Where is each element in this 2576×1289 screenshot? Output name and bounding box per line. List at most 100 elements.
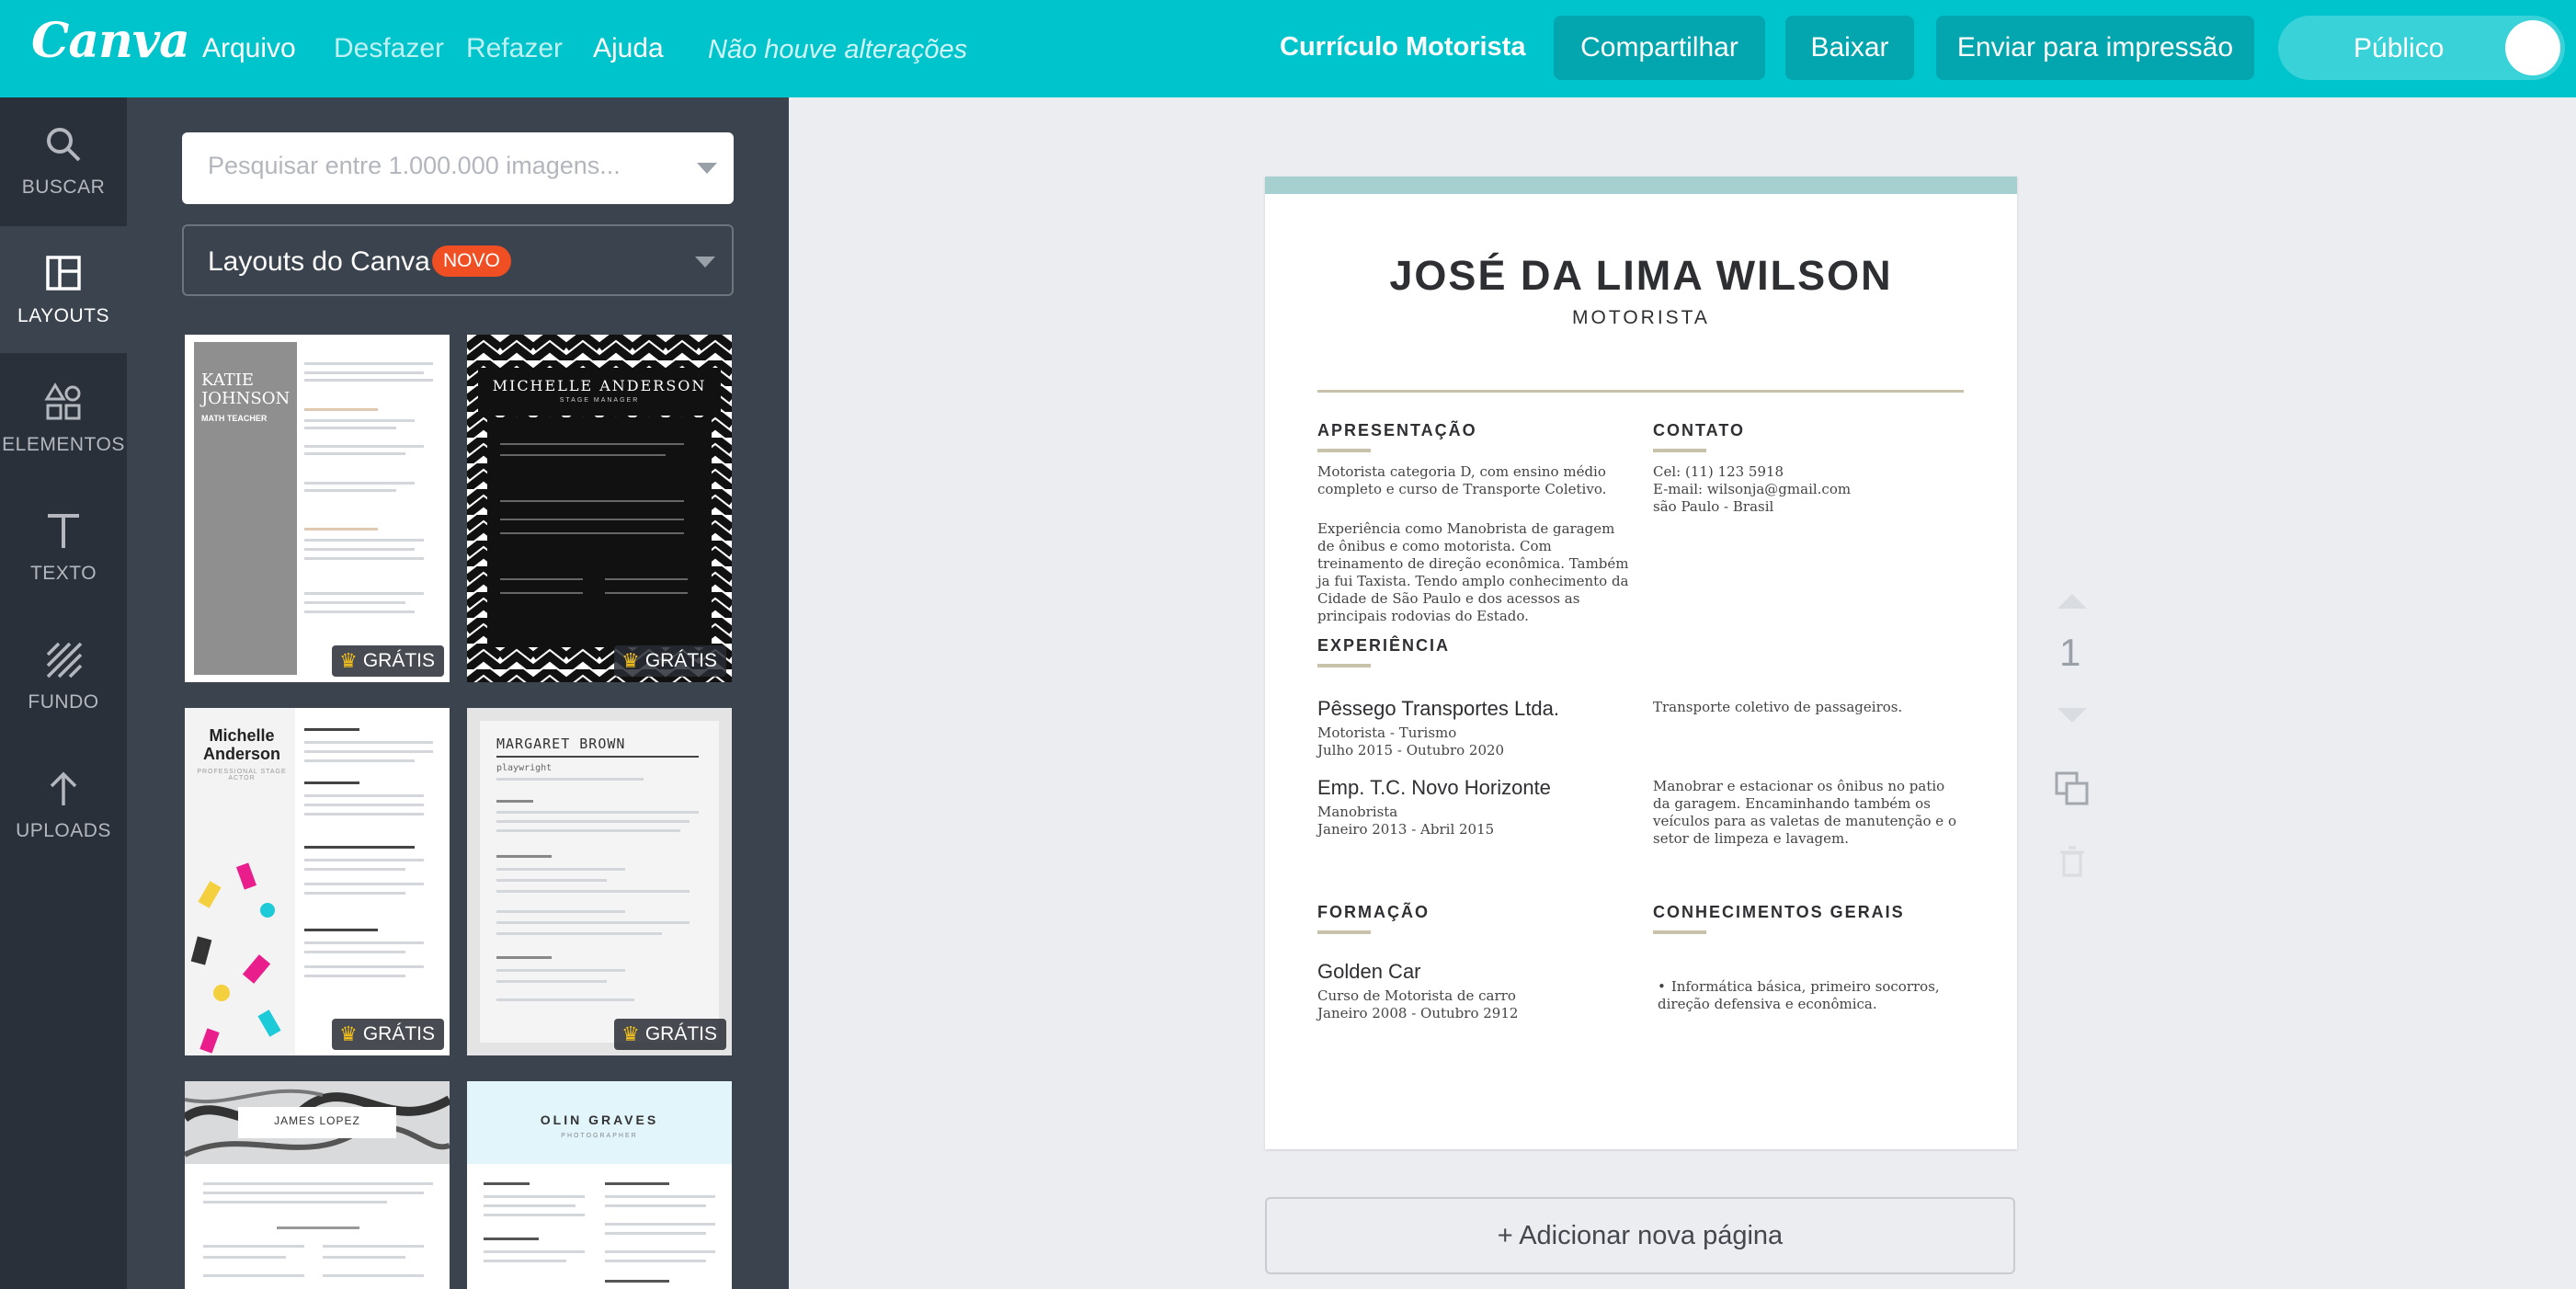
left-rail: BUSCAR LAYOUTS ELEMENTOS TEXTO FUNDO UPL… bbox=[0, 97, 127, 1289]
template-name: KATIE JOHNSON bbox=[201, 371, 291, 408]
page-top-band bbox=[1265, 177, 2017, 194]
canva-logo[interactable]: Canva bbox=[31, 13, 190, 69]
summary-text-2[interactable]: Experiência como Manobrista de garagem d… bbox=[1317, 520, 1630, 625]
contact-phone[interactable]: Cel: (11) 123 5918 bbox=[1653, 463, 1784, 481]
skills-item[interactable]: Informática básica, primeiro socorros, d… bbox=[1658, 978, 1961, 1013]
rail-label: FUNDO bbox=[28, 691, 99, 713]
template-name: Michelle Anderson bbox=[202, 726, 280, 763]
layout-source-select[interactable]: Layouts do Canva NOVO bbox=[182, 224, 734, 296]
visibility-label: Público bbox=[2354, 33, 2445, 63]
menu-ajuda[interactable]: Ajuda bbox=[593, 33, 664, 64]
section-heading-experience[interactable]: EXPERIÊNCIA bbox=[1317, 636, 1450, 656]
resume-role[interactable]: MOTORISTA bbox=[1265, 307, 2017, 329]
template-name: MICHELLE ANDERSON bbox=[492, 377, 707, 394]
visibility-toggle[interactable]: Público bbox=[2278, 16, 2565, 80]
template-name: JAMES LOPEZ bbox=[274, 1114, 360, 1127]
new-badge: NOVO bbox=[432, 245, 511, 277]
template-subtitle: STAGE MANAGER bbox=[559, 397, 640, 404]
job-role[interactable]: Motorista - Turismo bbox=[1317, 724, 1456, 742]
section-heading-skills[interactable]: CONHECIMENTOS GERAIS bbox=[1653, 903, 1905, 922]
rail-item-uploads[interactable]: UPLOADS bbox=[0, 741, 127, 868]
free-badge: ♛ GRÁTIS bbox=[332, 645, 444, 677]
rail-label: TEXTO bbox=[29, 563, 97, 584]
template-subtitle: PHOTOGRAPHER bbox=[561, 1133, 638, 1139]
contact-email[interactable]: E-mail: wilsonja@gmail.com bbox=[1653, 481, 1851, 498]
crown-icon: ♛ bbox=[339, 649, 358, 672]
download-button[interactable]: Baixar bbox=[1785, 16, 1914, 80]
menu-refazer[interactable]: Refazer bbox=[466, 33, 563, 64]
template-thumb-margaret-brown[interactable]: MARGARET BROWN playwright ♛ GRÁTIS bbox=[467, 708, 732, 1055]
section-heading-education[interactable]: FORMAÇÃO bbox=[1317, 903, 1430, 922]
menu-arquivo[interactable]: Arquivo bbox=[202, 33, 296, 64]
rail-item-buscar[interactable]: BUSCAR bbox=[0, 97, 127, 224]
top-bar: Canva Arquivo Desfazer Refazer Ajuda Não… bbox=[0, 0, 2576, 97]
duplicate-page-icon[interactable] bbox=[2054, 770, 2091, 807]
toggle-knob bbox=[2505, 20, 2560, 75]
rail-item-fundo[interactable]: FUNDO bbox=[0, 612, 127, 739]
education-school[interactable]: Golden Car bbox=[1317, 960, 1421, 984]
resume-name[interactable]: JOSÉ DA LIMA WILSON bbox=[1265, 252, 2017, 300]
skills-list[interactable]: Informática básica, primeiro socorros, d… bbox=[1658, 978, 1961, 1013]
rail-item-elementos[interactable]: ELEMENTOS bbox=[0, 355, 127, 482]
upload-icon bbox=[50, 771, 77, 805]
design-page[interactable]: JOSÉ DA LIMA WILSON MOTORISTA APRESENTAÇ… bbox=[1265, 177, 2017, 1149]
job-period[interactable]: Julho 2015 - Outubro 2020 bbox=[1317, 742, 1504, 759]
delete-page-icon[interactable] bbox=[2054, 844, 2091, 881]
section-heading-summary[interactable]: APRESENTAÇÃO bbox=[1317, 421, 1477, 440]
divider bbox=[1317, 390, 1964, 393]
chevron-down-icon bbox=[695, 257, 715, 268]
crown-icon: ♛ bbox=[339, 1022, 358, 1045]
crown-icon: ♛ bbox=[621, 649, 640, 672]
rail-label: LAYOUTS bbox=[17, 305, 109, 326]
rail-label: UPLOADS bbox=[16, 820, 111, 841]
job-period[interactable]: Janeiro 2013 - Abril 2015 bbox=[1317, 821, 1494, 838]
heading-underline bbox=[1317, 930, 1371, 934]
template-thumb-michelle-anderson-actor[interactable]: Michelle Anderson PROFESSIONAL STAGE ACT… bbox=[185, 708, 450, 1055]
memphis-shapes bbox=[190, 862, 281, 1054]
layouts-icon bbox=[46, 256, 81, 291]
rail-item-layouts[interactable]: LAYOUTS bbox=[0, 226, 127, 353]
template-thumb-james-lopez[interactable]: JAMES LOPEZ bbox=[185, 1081, 450, 1289]
move-page-up-icon[interactable] bbox=[2057, 594, 2087, 609]
template-name: MARGARET BROWN bbox=[496, 736, 626, 752]
free-badge: ♛ GRÁTIS bbox=[332, 1019, 444, 1050]
rail-label: BUSCAR bbox=[21, 177, 106, 198]
summary-text-1[interactable]: Motorista categoria D, com ensino médio … bbox=[1317, 463, 1630, 498]
image-search-input[interactable] bbox=[208, 152, 686, 180]
free-badge: ♛ GRÁTIS bbox=[614, 645, 726, 677]
move-page-down-icon[interactable] bbox=[2057, 708, 2087, 723]
free-badge: ♛ GRÁTIS bbox=[614, 1019, 726, 1050]
chevron-down-icon[interactable] bbox=[697, 163, 717, 174]
save-status: Não houve alterações bbox=[708, 35, 968, 64]
layouts-panel: Layouts do Canva NOVO KATIE JOHNSON MATH… bbox=[127, 97, 789, 1289]
crown-icon: ♛ bbox=[621, 1022, 640, 1045]
education-course[interactable]: Curso de Motorista de carro bbox=[1317, 987, 1516, 1005]
menu-desfazer[interactable]: Desfazer bbox=[334, 33, 444, 64]
template-thumb-katie-johnson[interactable]: KATIE JOHNSON MATH TEACHER ♛ GRÁTIS bbox=[185, 335, 450, 682]
section-heading-contact[interactable]: CONTATO bbox=[1653, 421, 1745, 440]
template-thumb-michelle-anderson-chevron[interactable]: MICHELLE ANDERSON STAGE MANAGER ♛ GRÁTIS bbox=[467, 335, 732, 682]
job-description[interactable]: Manobrar e estacionar os ônibus no patio… bbox=[1653, 778, 1966, 848]
template-thumb-olin-graves[interactable]: OLIN GRAVES PHOTOGRAPHER bbox=[467, 1081, 732, 1289]
document-title[interactable]: Currículo Motorista bbox=[1280, 32, 1525, 63]
template-subtitle: MATH TEACHER bbox=[201, 414, 268, 423]
template-subtitle: PROFESSIONAL STAGE ACTOR bbox=[197, 769, 287, 781]
image-search-box[interactable] bbox=[182, 132, 734, 204]
heading-underline bbox=[1317, 449, 1371, 452]
rail-item-texto[interactable]: TEXTO bbox=[0, 484, 127, 610]
print-button[interactable]: Enviar para impressão bbox=[1936, 16, 2254, 80]
template-subtitle: playwright bbox=[496, 763, 553, 773]
share-button[interactable]: Compartilhar bbox=[1554, 16, 1765, 80]
job-company[interactable]: Pêssego Transportes Ltda. bbox=[1317, 697, 1559, 721]
elements-icon bbox=[44, 382, 81, 420]
add-page-button[interactable]: + Adicionar nova página bbox=[1265, 1197, 2015, 1274]
job-role[interactable]: Manobrista bbox=[1317, 804, 1397, 821]
education-period[interactable]: Janeiro 2008 - Outubro 2912 bbox=[1317, 1005, 1518, 1022]
text-icon bbox=[48, 514, 79, 548]
contact-location[interactable]: são Paulo - Brasil bbox=[1653, 498, 1773, 516]
job-company[interactable]: Emp. T.C. Novo Horizonte bbox=[1317, 776, 1551, 800]
page-number: 1 bbox=[2059, 631, 2081, 674]
rail-label: ELEMENTOS bbox=[2, 434, 125, 455]
layout-select-label: Layouts do Canva bbox=[208, 246, 430, 277]
job-description[interactable]: Transporte coletivo de passageiros. bbox=[1653, 699, 1966, 716]
